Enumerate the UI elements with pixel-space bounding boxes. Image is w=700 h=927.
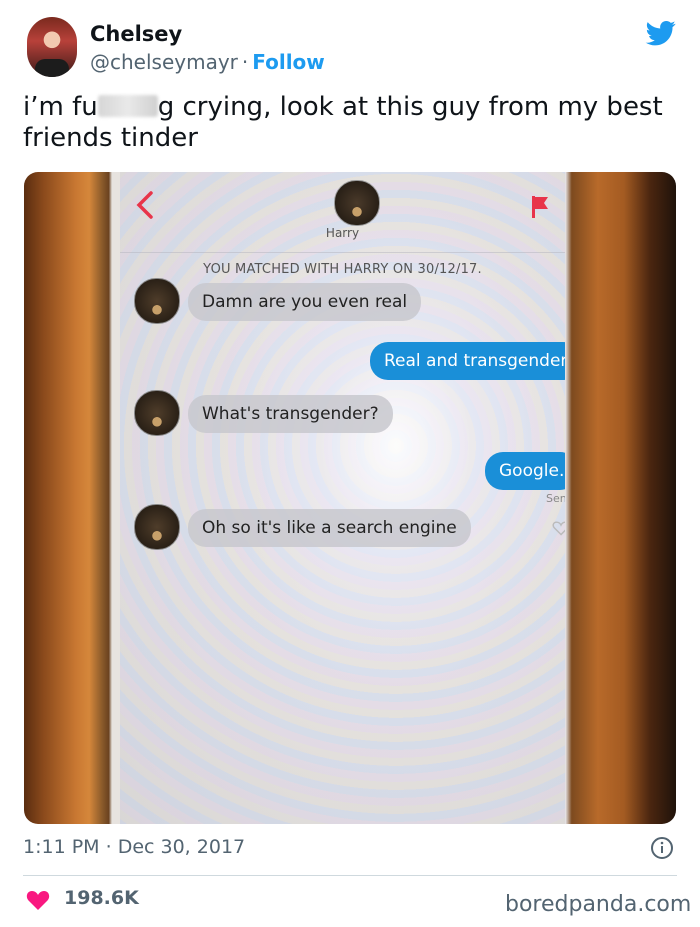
sent-label: Sent: [546, 492, 565, 505]
separator: ·: [105, 836, 112, 858]
tweet-text-start: i’m fu: [23, 92, 98, 122]
sender-avatar: [134, 278, 180, 324]
twitter-bird-icon[interactable]: [645, 18, 677, 48]
author-handle[interactable]: @chelseymayr: [90, 50, 238, 74]
heart-icon[interactable]: [26, 889, 50, 911]
message-bubble-received: What's transgender?: [188, 395, 393, 433]
watermark: boredpanda.com: [505, 892, 692, 917]
sender-avatar: [134, 504, 180, 550]
match-avatar: [334, 180, 380, 226]
like-count[interactable]: 198.6K: [64, 887, 139, 909]
message-bubble-sent: Google.: [485, 452, 565, 490]
message-bubble-sent: Real and transgender: [370, 342, 565, 380]
sender-avatar: [134, 390, 180, 436]
author-handle-row: @chelseymayr · Follow: [90, 50, 325, 74]
censored-word: [97, 95, 158, 117]
tweet-text: i’m fu g crying, look at this guy from my…: [23, 92, 683, 154]
report-flag-icon: [532, 196, 548, 218]
author-avatar[interactable]: [27, 17, 77, 77]
info-icon[interactable]: [650, 836, 674, 860]
back-chevron-icon: [136, 191, 153, 219]
heart-reaction-icon: [552, 521, 565, 536]
phone-screen: Harry YOU MATCHED WITH HARRY ON 30/12/17…: [120, 172, 565, 824]
match-info: YOU MATCHED WITH HARRY ON 30/12/17.: [203, 262, 482, 277]
match-name: Harry: [325, 226, 360, 240]
tweet-time: 1:11 PM: [23, 836, 100, 858]
author-display-name[interactable]: Chelsey: [90, 22, 182, 46]
message-bubble-received: Damn are you even real: [188, 283, 422, 321]
message-bubble-received: Oh so it's like a search engine: [188, 509, 471, 547]
tweet-timestamp[interactable]: 1:11 PM · Dec 30, 2017: [23, 836, 245, 858]
divider: [23, 875, 677, 876]
follow-button[interactable]: Follow: [252, 50, 325, 74]
separator: ·: [241, 50, 249, 74]
tweet-photo[interactable]: Harry YOU MATCHED WITH HARRY ON 30/12/17…: [24, 172, 676, 824]
tweet-date: Dec 30, 2017: [117, 836, 246, 858]
